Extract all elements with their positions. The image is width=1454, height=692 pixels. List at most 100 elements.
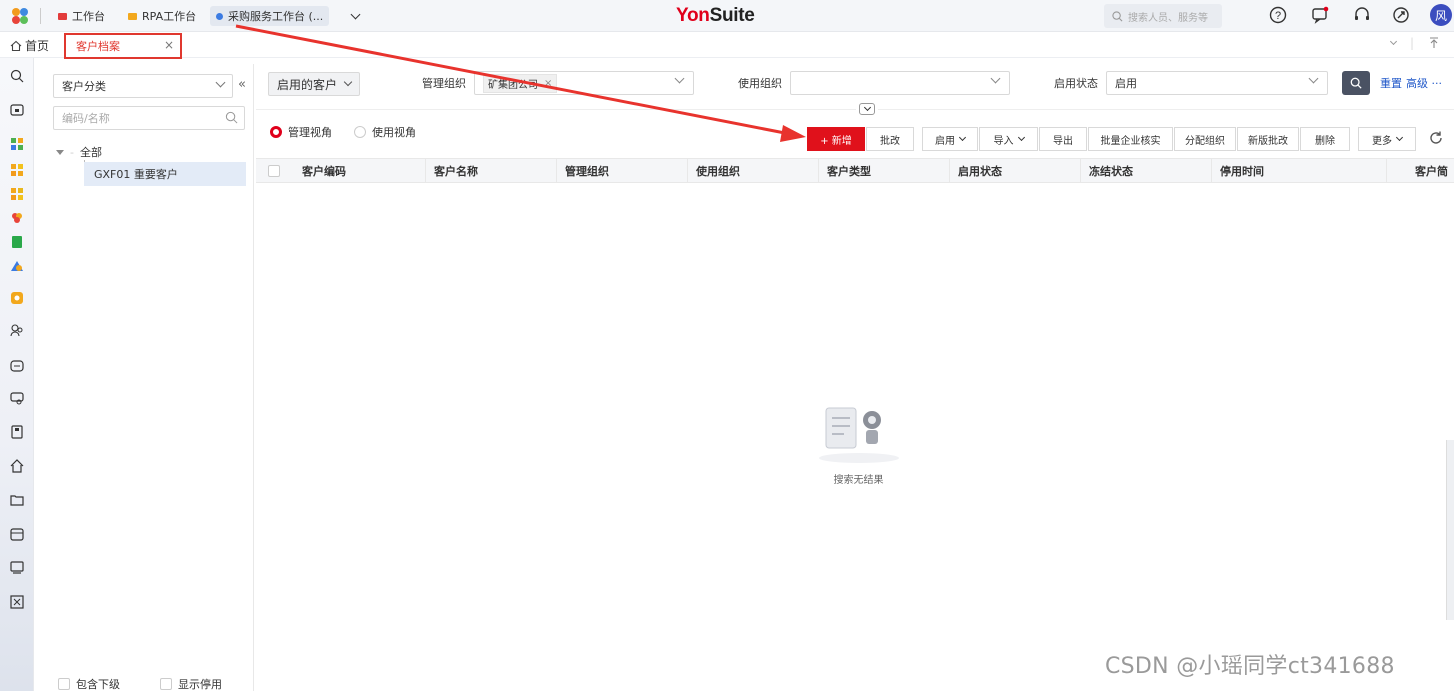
remove-tag-icon[interactable]: ×: [544, 78, 552, 89]
app-launcher-icon[interactable]: [10, 6, 30, 26]
tree-connector: -: [70, 145, 74, 159]
expand-caret-icon[interactable]: [56, 149, 64, 155]
grid-doc-icon[interactable]: [9, 594, 25, 610]
column-header[interactable]: 管理组织: [556, 159, 687, 183]
filter-links: 重置 高级 ···: [1380, 75, 1442, 91]
category-footer: 包含下级 显示停用: [58, 676, 222, 692]
status-select[interactable]: 启用: [1106, 71, 1328, 95]
use-view-radio[interactable]: 使用视角: [354, 124, 416, 140]
tree-node-important-customer[interactable]: GXF01 重要客户: [84, 162, 246, 186]
top-bar: 工作台 RPA工作台 采购服务工作台 (... YonSuite 搜索人员、服务…: [0, 0, 1454, 32]
headset-icon[interactable]: [1352, 5, 1372, 25]
workbench-icon: [58, 12, 67, 20]
checkbox[interactable]: [58, 678, 70, 690]
tree-node-all[interactable]: - 全部: [56, 144, 102, 160]
tabs-dropdown-icon[interactable]: [1389, 37, 1397, 45]
truck-icon[interactable]: [9, 390, 25, 406]
workspace-dropdown[interactable]: [350, 6, 361, 26]
home-fin-icon[interactable]: [9, 458, 25, 474]
chevron-down-icon: [1308, 73, 1319, 84]
add-button[interactable]: + 新增: [807, 127, 865, 151]
message-icon[interactable]: [1310, 5, 1330, 25]
monitor-icon[interactable]: [9, 560, 25, 576]
search-icon[interactable]: [9, 68, 25, 84]
workspace-tab-label: 工作台: [72, 10, 105, 23]
category-search-input[interactable]: 编码/名称: [53, 106, 245, 130]
customer-scope-dropdown[interactable]: 启用的客户: [268, 72, 361, 96]
checkbox[interactable]: [160, 678, 172, 690]
batch-verify-button[interactable]: 批量企业核实: [1088, 127, 1173, 151]
pin-top-icon[interactable]: [1428, 37, 1440, 49]
radio-selected[interactable]: [270, 126, 282, 138]
advanced-link[interactable]: 高级 ···: [1406, 75, 1442, 91]
drive-icon[interactable]: [9, 258, 25, 274]
column-header[interactable]: 客户名称: [425, 159, 556, 183]
include-sub-checkbox[interactable]: 包含下级: [58, 676, 120, 692]
flower-icon[interactable]: [9, 210, 25, 226]
expand-filters-toggle[interactable]: [859, 103, 875, 115]
delete-button[interactable]: 删除: [1300, 127, 1350, 151]
close-icon[interactable]: ×: [164, 38, 174, 52]
mgmt-view-radio[interactable]: 管理视角: [270, 124, 332, 140]
batch-edit-button[interactable]: 批改: [866, 127, 914, 151]
workspace-tab-workbench[interactable]: 工作台: [58, 6, 105, 26]
global-search-input[interactable]: 搜索人员、服务等: [1104, 4, 1222, 28]
refresh-icon[interactable]: [1428, 130, 1444, 146]
scrollbar[interactable]: [1446, 440, 1454, 620]
column-header[interactable]: 客户类型: [818, 159, 949, 183]
empty-state-text: 搜索无结果: [833, 475, 884, 486]
scope-label: 启用的客户: [277, 77, 338, 92]
column-header[interactable]: 客户编码: [294, 159, 425, 183]
tab-customer-archive[interactable]: 客户档案 ×: [64, 33, 182, 59]
enable-dropdown-button[interactable]: 启用: [922, 127, 978, 151]
column-header[interactable]: 使用组织: [687, 159, 818, 183]
shop-icon[interactable]: [9, 358, 25, 374]
divider: |: [1409, 36, 1414, 50]
users-icon[interactable]: [9, 322, 25, 338]
collapse-panel-icon[interactable]: «: [238, 77, 246, 92]
button-label: 更多: [1372, 135, 1392, 147]
column-header[interactable]: 客户简: [1386, 159, 1454, 183]
search-button[interactable]: [1342, 71, 1370, 95]
folder-icon[interactable]: [9, 492, 25, 508]
book-icon[interactable]: [9, 234, 25, 250]
use-org-select[interactable]: [790, 71, 1010, 95]
search-icon: [1112, 10, 1123, 21]
assign-org-button[interactable]: 分配组织: [1174, 127, 1236, 151]
mgmt-org-tag[interactable]: 矿集团公司 ×: [483, 73, 558, 93]
star-app-icon[interactable]: [9, 290, 25, 306]
chevron-down-icon: [1017, 133, 1025, 142]
column-header[interactable]: 启用状态: [949, 159, 1080, 183]
checkbox-label: 显示停用: [178, 678, 222, 691]
export-button[interactable]: 导出: [1039, 127, 1087, 151]
category-select[interactable]: 客户分类: [53, 74, 233, 98]
apps-icon[interactable]: [9, 136, 25, 152]
reset-link[interactable]: 重置: [1380, 75, 1402, 91]
radio[interactable]: [354, 126, 366, 138]
chevron-down-icon: [990, 73, 1001, 84]
help-icon[interactable]: ?: [1268, 5, 1288, 25]
store-icon[interactable]: [9, 102, 25, 118]
chevron-down-icon: [343, 77, 353, 87]
new-batch-edit-button[interactable]: 新版批改: [1237, 127, 1299, 151]
tree-node-label: GXF01 重要客户: [94, 168, 178, 181]
clipboard-icon[interactable]: [9, 424, 25, 440]
calendar-icon[interactable]: [9, 526, 25, 542]
settings-icon[interactable]: [1391, 5, 1411, 25]
select-all-checkbox[interactable]: [268, 165, 280, 177]
user-avatar[interactable]: 风: [1430, 4, 1452, 26]
search-icon: [1350, 77, 1362, 89]
workspace-tab-procurement[interactable]: 采购服务工作台 (...: [210, 6, 330, 26]
workspace-tab-rpa[interactable]: RPA工作台: [128, 6, 196, 26]
import-dropdown-button[interactable]: 导入: [979, 127, 1038, 151]
button-label: 启用: [935, 135, 955, 147]
module-icon[interactable]: [9, 162, 25, 178]
mgmt-org-select[interactable]: 矿集团公司 ×: [474, 71, 694, 95]
more-dropdown-button[interactable]: 更多: [1358, 127, 1416, 151]
column-header[interactable]: 冻结状态: [1080, 159, 1211, 183]
module-icon[interactable]: [9, 186, 25, 202]
column-header[interactable]: 停用时间: [1211, 159, 1386, 183]
show-disabled-checkbox[interactable]: 显示停用: [160, 676, 222, 692]
home-tab[interactable]: 首页: [10, 37, 49, 54]
chevron-down-icon: [863, 103, 871, 112]
